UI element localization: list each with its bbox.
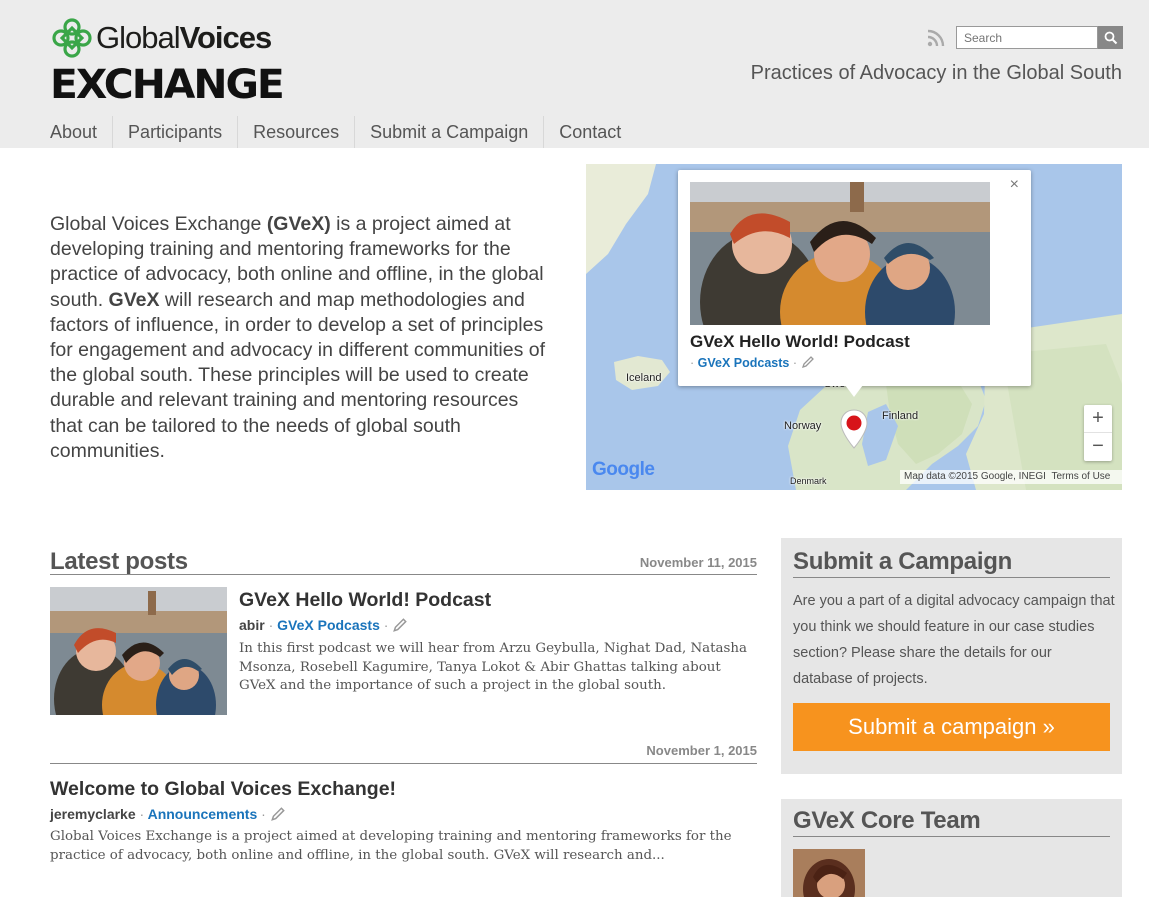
post-author[interactable]: abir (239, 617, 265, 633)
core-team-widget: GVeX Core Team (781, 799, 1122, 897)
map-attribution: Map data ©2015 Google, INEGI Terms of Us… (900, 470, 1122, 484)
post-meta-separator: · (383, 617, 389, 633)
map-label-finland: Finland (882, 410, 919, 422)
post-date: November 1, 2015 (646, 743, 757, 758)
submit-campaign-widget: Submit a Campaign Are you a part of a di… (781, 538, 1122, 774)
map-marker-icon[interactable] (840, 409, 868, 449)
edit-pencil-icon[interactable] (392, 617, 408, 633)
nav-item-about[interactable]: About (50, 116, 114, 148)
zoom-in-button[interactable]: + (1084, 405, 1112, 433)
post-excerpt: Global Voices Exchange is a project aime… (50, 829, 732, 863)
post-meta: abir · GVeX Podcasts · (239, 617, 408, 633)
post-divider (50, 763, 757, 764)
main-nav: About Participants Resources Submit a Ca… (50, 116, 636, 148)
post-category-link[interactable]: Announcements (148, 806, 258, 822)
rss-icon[interactable] (927, 29, 945, 47)
popup-close-button[interactable]: × (1010, 176, 1019, 194)
search-button[interactable] (1098, 26, 1123, 49)
post-meta-separator: · (261, 806, 266, 822)
post-meta-separator: · (139, 806, 145, 822)
map-label-iceland: Iceland (626, 372, 662, 384)
search-input[interactable] (956, 26, 1098, 49)
map-label-denmark: Denmark (790, 476, 827, 486)
intro-text: Global Voices Exchange (GVeX) is a proje… (50, 213, 546, 462)
nav-item-submit-campaign[interactable]: Submit a Campaign (355, 116, 545, 148)
popup-meta: · GVeX Podcasts · (690, 355, 815, 370)
map-attribution-text: Map data ©2015 Google, INEGI (904, 471, 1046, 482)
post-category-link[interactable]: GVeX Podcasts (277, 617, 380, 633)
popup-title[interactable]: GVeX Hello World! Podcast (690, 332, 910, 352)
nav-item-contact[interactable]: Contact (544, 116, 636, 148)
post-title[interactable]: Welcome to Global Voices Exchange! (50, 778, 396, 801)
search-icon (1104, 31, 1117, 44)
map-label-norway: Norway (784, 420, 822, 432)
map-terms-link[interactable]: Terms of Use (1051, 471, 1110, 482)
logo-wordmark: GlobalVoices (96, 20, 272, 55)
post-meta-separator: · (268, 617, 274, 633)
post-title[interactable]: GVeX Hello World! Podcast (239, 589, 491, 612)
popup-bullet-2: · (792, 356, 798, 370)
core-team-title: GVeX Core Team (793, 807, 1110, 837)
nav-item-participants[interactable]: Participants (113, 116, 239, 148)
edit-pencil-icon[interactable] (801, 355, 815, 369)
post-thumbnail[interactable] (50, 587, 227, 715)
map-popup: × GVeX Hello World! Podcast · GVeX Podca… (678, 170, 1031, 386)
popup-photo[interactable] (690, 182, 990, 325)
post-excerpt: In this first podcast we will hear from … (239, 641, 748, 694)
submit-campaign-text: Are you a part of a digital advocacy cam… (793, 593, 1115, 687)
edit-pencil-icon[interactable] (270, 806, 286, 822)
submit-campaign-title: Submit a Campaign (793, 548, 1110, 578)
google-logo-text: Google (592, 459, 655, 480)
global-voices-knot-icon (52, 18, 92, 58)
site-header: GlobalVoices EXCHANGE Practices of Advoc… (0, 0, 1149, 148)
post-date: November 11, 2015 (639, 555, 757, 570)
map-zoom-control: + − (1084, 405, 1112, 461)
latest-posts-header: Latest posts November 11, 2015 (50, 548, 757, 575)
latest-posts-title: Latest posts (50, 548, 188, 575)
post-meta: jeremyclarke · Announcements · (50, 806, 286, 822)
post-author[interactable]: jeremyclarke (50, 806, 136, 822)
nav-item-resources[interactable]: Resources (238, 116, 356, 148)
site-tagline: Practices of Advocacy in the Global Sout… (750, 62, 1122, 84)
google-logo[interactable]: Google (592, 459, 655, 481)
popup-category-link[interactable]: GVeX Podcasts (698, 356, 790, 370)
popup-bullet: · (690, 356, 695, 370)
popup-tail (845, 385, 863, 397)
site-logo[interactable]: GlobalVoices EXCHANGE (50, 16, 295, 108)
team-member-avatar[interactable] (793, 849, 865, 897)
zoom-out-button[interactable]: − (1084, 433, 1112, 461)
logo-exchange-wordmark: EXCHANGE (50, 62, 285, 108)
submit-campaign-button[interactable]: Submit a campaign » (793, 703, 1110, 751)
